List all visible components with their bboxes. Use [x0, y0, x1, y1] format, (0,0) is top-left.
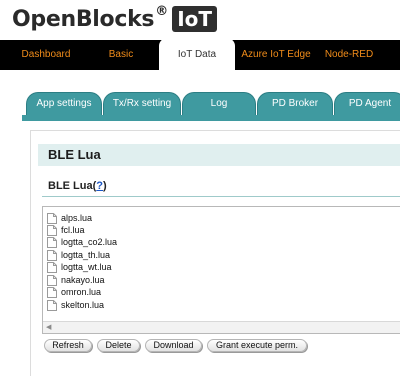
horizontal-scrollbar[interactable]: ◀ [43, 321, 400, 333]
help-link[interactable]: ? [96, 180, 103, 192]
file-name: logtta_wt.lua [61, 262, 112, 272]
file-icon [47, 224, 57, 236]
subtab-pd-agent[interactable]: PD Agent [334, 92, 400, 116]
sub-navigation-bar [22, 115, 400, 121]
file-icon [47, 249, 57, 261]
subtab-app-settings[interactable]: App settings [26, 92, 102, 116]
file-icon [47, 299, 57, 311]
list-item[interactable]: logtta_co2.lua [47, 236, 117, 248]
list-item[interactable]: nakayo.lua [47, 274, 105, 286]
app-logo: OpenBlocks ® IoT [12, 3, 218, 34]
subtab-tx-rx-setting[interactable]: Tx/Rx setting [103, 92, 181, 116]
section-divider [42, 196, 400, 197]
logo-registered-mark: ® [155, 3, 169, 19]
logo-text: OpenBlocks [12, 6, 155, 32]
file-icon [47, 236, 57, 248]
file-icon [47, 274, 57, 286]
refresh-button[interactable]: Refresh [44, 339, 92, 352]
file-name: skelton.lua [61, 300, 105, 310]
delete-button[interactable]: Delete [97, 339, 140, 352]
list-item[interactable]: omron.lua [47, 286, 101, 298]
tab-iot-data[interactable]: IoT Data [159, 38, 235, 70]
file-name: alps.lua [61, 213, 93, 223]
grant-execute-permission-button[interactable]: Grant execute perm. [207, 339, 307, 352]
file-name: omron.lua [61, 287, 102, 297]
file-name: fcl.lua [61, 225, 85, 235]
list-item[interactable]: skelton.lua [47, 299, 104, 311]
tab-basic[interactable]: Basic [86, 40, 156, 70]
subtab-pd-broker[interactable]: PD Broker [257, 92, 333, 116]
list-item[interactable]: logtta_wt.lua [47, 261, 112, 273]
tab-node-red[interactable]: Node-RED [318, 40, 380, 70]
subtab-log[interactable]: Log [182, 92, 256, 116]
sub-navigation: App settings Tx/Rx setting Log PD Broker… [0, 92, 400, 116]
file-icon [47, 286, 57, 298]
tab-azure-iot-edge[interactable]: Azure IoT Edge [237, 40, 315, 70]
file-name: logtta_th.lua [61, 250, 111, 260]
download-button[interactable]: Download [145, 339, 202, 352]
file-list[interactable]: alps.lua fcl.lua logtta_co2.lua logtta_t… [42, 206, 400, 334]
list-item[interactable]: fcl.lua [47, 224, 85, 236]
section-title-close: ) [103, 180, 107, 192]
section-title: BLE Lua(?) [48, 180, 107, 192]
file-name: logtta_co2.lua [61, 237, 118, 247]
section-title-text: BLE Lua( [48, 180, 97, 192]
logo-badge: IoT [172, 6, 218, 32]
file-icon [47, 212, 57, 224]
list-item[interactable]: alps.lua [47, 212, 92, 224]
scroll-left-arrow-icon[interactable]: ◀ [46, 324, 51, 332]
top-navigation: Dashboard Basic IoT Data Azure IoT Edge … [0, 38, 400, 70]
file-icon [47, 261, 57, 273]
file-name: nakayo.lua [61, 275, 105, 285]
panel-title: BLE Lua [38, 144, 400, 166]
tab-dashboard[interactable]: Dashboard [8, 40, 84, 70]
list-item[interactable]: logtta_th.lua [47, 249, 110, 261]
